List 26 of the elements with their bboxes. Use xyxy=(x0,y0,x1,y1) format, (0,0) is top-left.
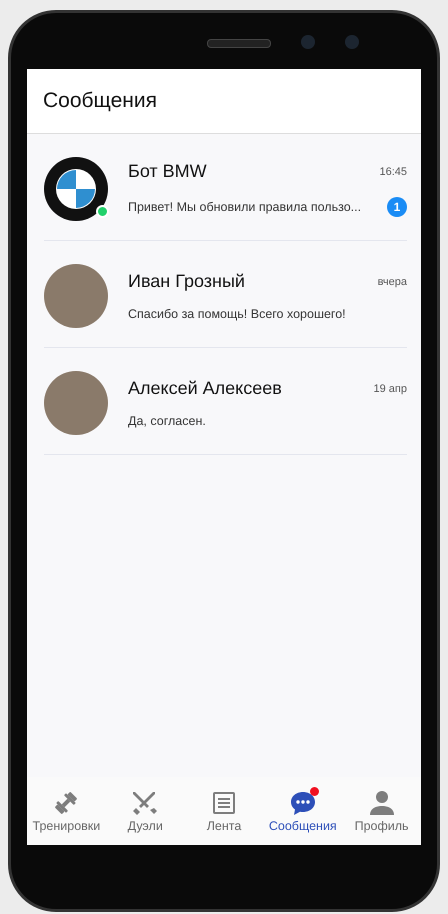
contact-name: Бот BMW xyxy=(128,161,207,182)
contact-name: Алексей Алексеев xyxy=(128,378,282,399)
message-preview: Спасибо за помощь! Всего хорошего! xyxy=(128,307,346,321)
nav-tab[interactable]: Дуэли xyxy=(106,777,185,845)
sensor-lens xyxy=(345,35,359,49)
person-icon xyxy=(368,789,396,817)
message-preview: Привет! Мы обновили правила пользо... xyxy=(128,200,362,214)
message-time: 19 апр xyxy=(374,382,407,394)
nav-tab[interactable]: Тренировки xyxy=(27,777,106,845)
chat-row[interactable]: Алексей Алексеев 19 апр Да, согласен. xyxy=(44,348,407,455)
chat-row[interactable]: Иван Грозный вчера Спасибо за помощь! Всего хорошего! xyxy=(44,241,407,348)
message-time: 16:45 xyxy=(379,166,407,178)
crossed-swords-icon xyxy=(131,789,160,817)
unread-count: 1 xyxy=(387,197,407,217)
speaker-grille xyxy=(207,39,271,48)
contact-name: Иван Грозный xyxy=(128,271,245,292)
camera-lens xyxy=(301,35,315,49)
nav-tab[interactable]: Сообщения xyxy=(263,777,342,845)
logo-icon xyxy=(44,157,108,221)
nav-tab[interactable]: Лента xyxy=(184,777,264,845)
page-title: Сообщения xyxy=(43,89,157,113)
message-preview: Да, согласен. xyxy=(128,414,206,428)
nav-tab[interactable]: Профиль xyxy=(342,777,421,845)
message-time: вчера xyxy=(378,276,407,288)
chat-bubble-icon xyxy=(288,789,317,817)
chat-row[interactable]: Бот BMW 16:45 Привет! Мы обновили правила пользо... 1 xyxy=(44,134,407,241)
